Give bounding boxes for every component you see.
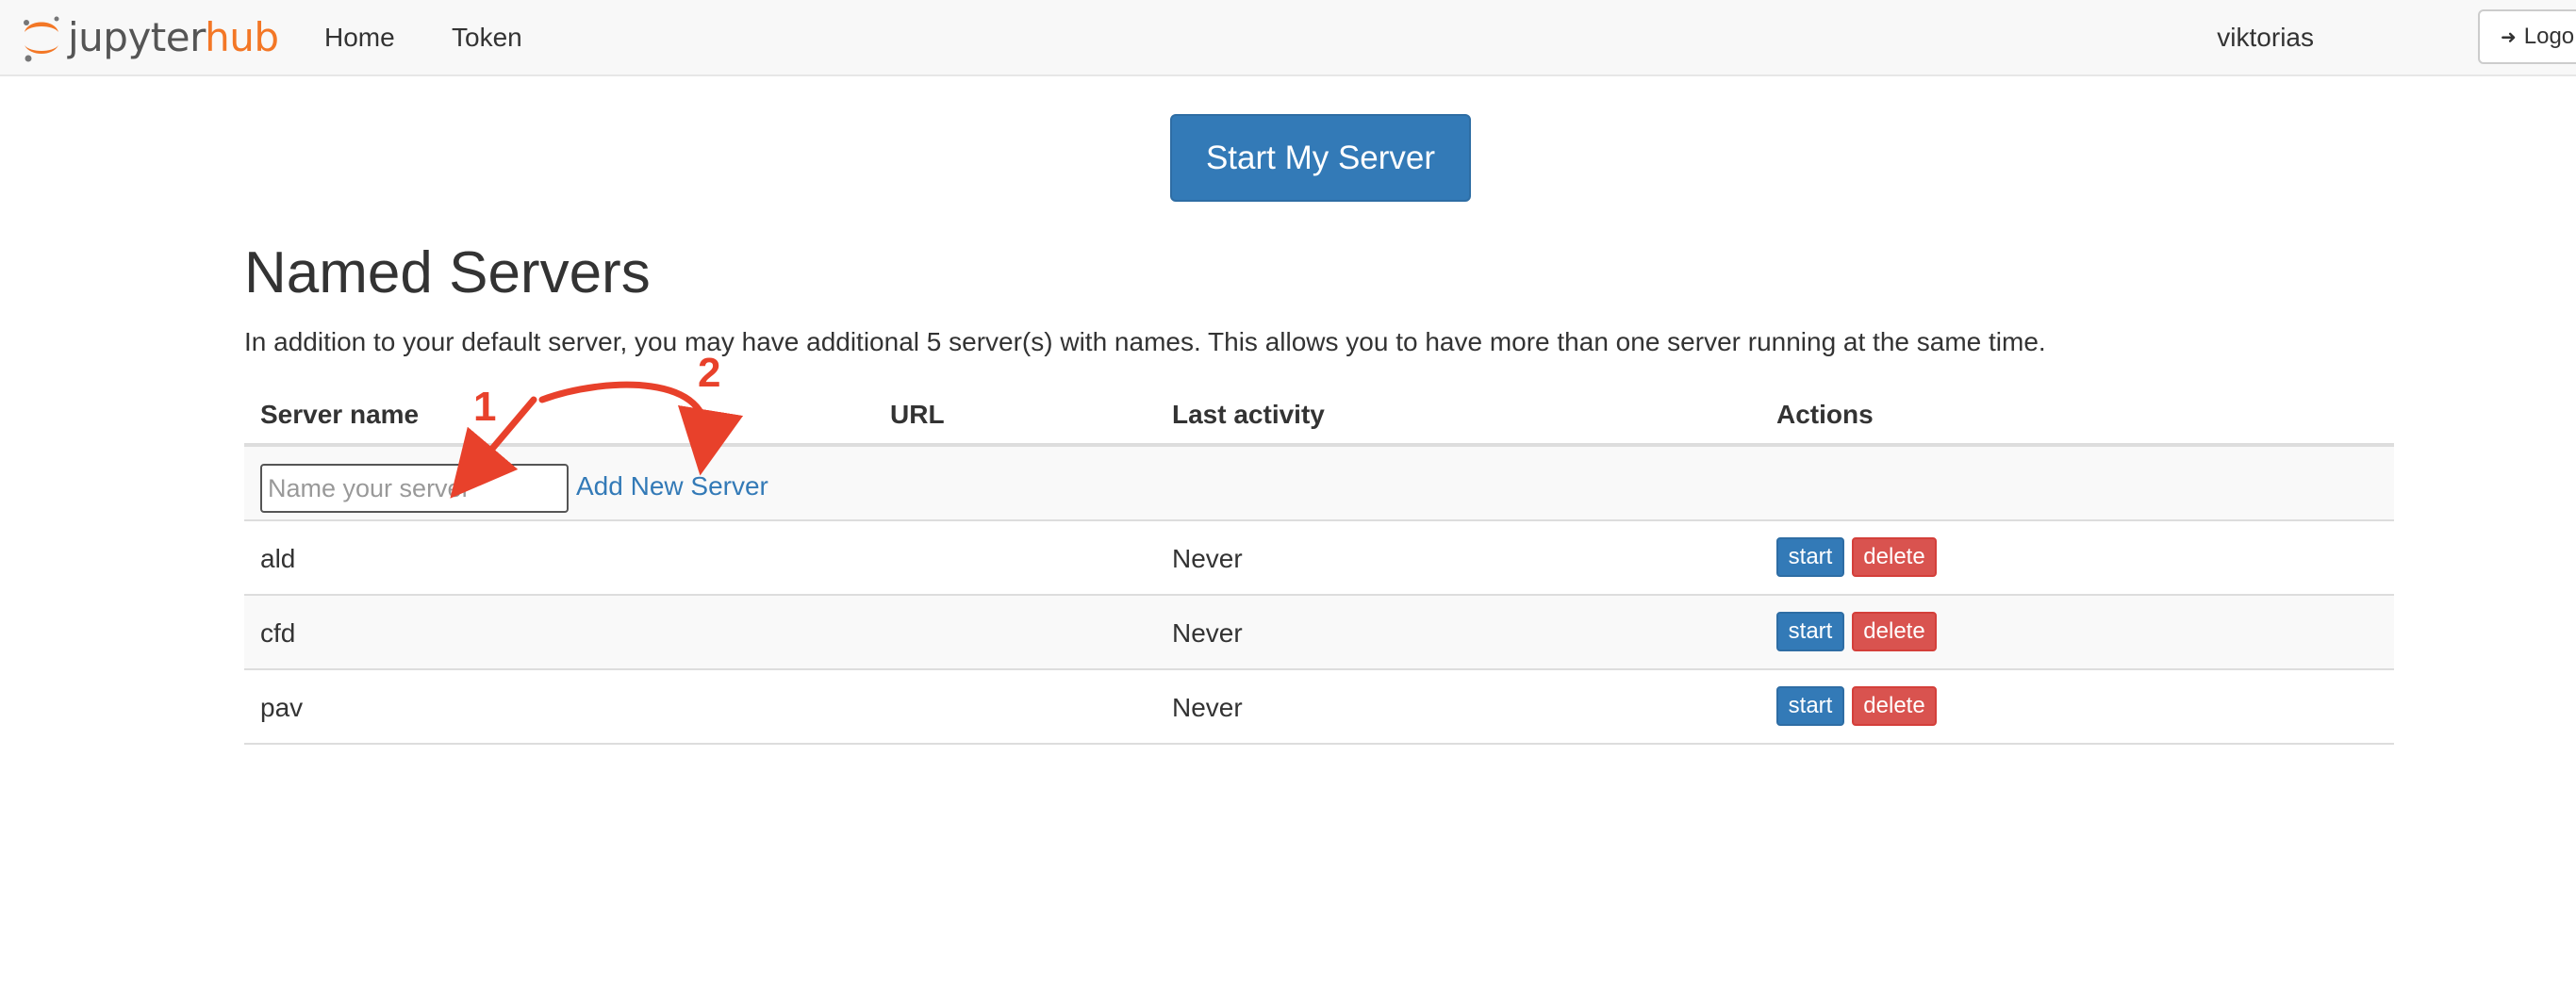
new-server-row: Add New Server bbox=[244, 447, 2394, 521]
logout-button[interactable]: ➜ Logo bbox=[2478, 9, 2576, 64]
last-activity-cell: Never bbox=[1172, 618, 1243, 648]
table-header: Server name URL Last activity Actions bbox=[244, 385, 2394, 447]
delete-server-button[interactable]: delete bbox=[1852, 537, 1937, 577]
table-row: cfd Never start delete bbox=[244, 596, 2394, 670]
jupyter-logo-icon bbox=[24, 16, 59, 62]
start-server-button[interactable]: start bbox=[1776, 686, 1844, 726]
page-title: Named Servers bbox=[244, 240, 651, 305]
nav-token-link[interactable]: Token bbox=[452, 19, 522, 57]
last-activity-cell: Never bbox=[1172, 693, 1243, 722]
start-my-server-button[interactable]: Start My Server bbox=[1170, 114, 1471, 202]
logo-text: jupyterhub bbox=[68, 14, 279, 60]
column-header-actions: Actions bbox=[1776, 400, 1874, 429]
server-name-cell: cfd bbox=[260, 618, 296, 648]
server-name-cell: ald bbox=[260, 544, 296, 573]
table-row: pav Never start delete bbox=[244, 670, 2394, 745]
jupyterhub-logo[interactable]: jupyterhub bbox=[19, 8, 302, 68]
server-name-cell: pav bbox=[260, 693, 304, 722]
sign-out-icon: ➜ bbox=[2501, 26, 2517, 48]
server-name-input[interactable] bbox=[260, 464, 569, 513]
add-new-server-link[interactable]: Add New Server bbox=[576, 468, 768, 505]
start-server-button[interactable]: start bbox=[1776, 612, 1844, 651]
column-header-last-activity: Last activity bbox=[1172, 400, 1325, 429]
navbar: jupyterhub Home Token viktorias ➜ Logo bbox=[0, 0, 2576, 76]
column-header-url: URL bbox=[890, 400, 945, 429]
nav-home-link[interactable]: Home bbox=[324, 19, 395, 57]
delete-server-button[interactable]: delete bbox=[1852, 686, 1937, 726]
table-row: ald Never start delete bbox=[244, 521, 2394, 596]
username-label: viktorias bbox=[2217, 23, 2314, 52]
named-servers-description: In addition to your default server, you … bbox=[244, 327, 2046, 356]
named-servers-table: Server name URL Last activity Actions Ad… bbox=[244, 385, 2394, 745]
logout-label: Logo bbox=[2523, 24, 2575, 49]
last-activity-cell: Never bbox=[1172, 544, 1243, 573]
delete-server-button[interactable]: delete bbox=[1852, 612, 1937, 651]
start-server-button[interactable]: start bbox=[1776, 537, 1844, 577]
column-header-server-name: Server name bbox=[260, 400, 420, 429]
